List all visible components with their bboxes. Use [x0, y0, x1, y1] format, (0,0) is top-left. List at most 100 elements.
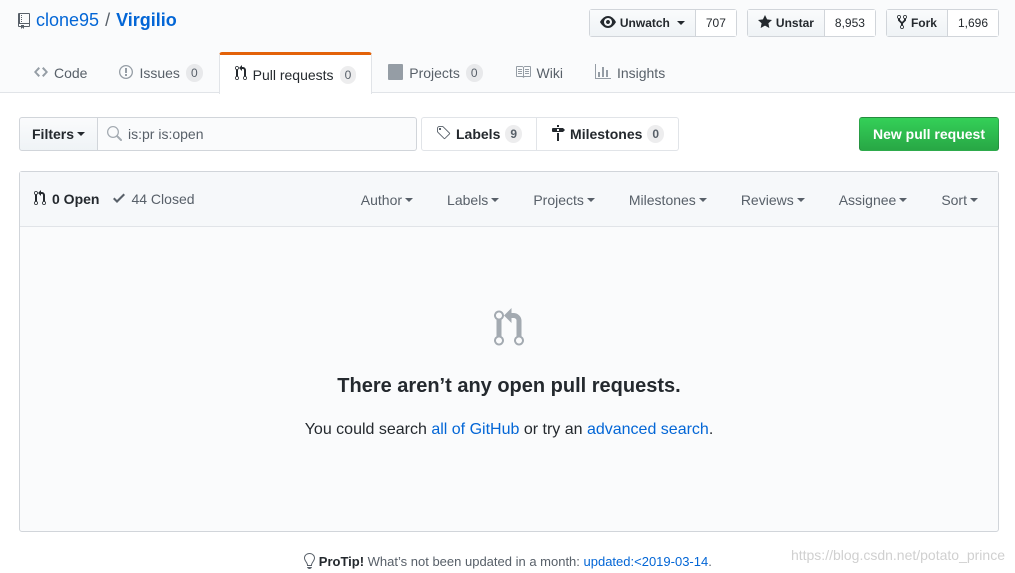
labels-button[interactable]: Labels 9: [421, 117, 538, 151]
projects-counter: 0: [465, 64, 483, 82]
repo-actions: Unwatch 707 Unstar 8,953 Fork 1,696: [588, 9, 999, 37]
repo-title: clone95 / Virgilio: [18, 10, 177, 31]
watchers-count[interactable]: 707: [695, 10, 736, 36]
tab-pull-requests[interactable]: Pull requests 0: [218, 52, 373, 94]
pull-requests-counter: 0: [339, 65, 357, 84]
author-filter-label: Author: [360, 191, 403, 208]
reviews-filter[interactable]: Reviews: [741, 192, 805, 208]
protip-text: What’s not been updated in a month:: [364, 554, 584, 569]
sort-filter[interactable]: Sort: [941, 192, 978, 208]
chevron-down-icon: [796, 197, 805, 202]
open-filter[interactable]: 0 Open: [34, 189, 100, 209]
labels-filter[interactable]: Labels: [447, 191, 500, 208]
assignee-filter-label: Assignee: [838, 191, 897, 208]
advanced-search-link[interactable]: advanced search: [587, 421, 709, 438]
author-filter[interactable]: Author: [360, 191, 414, 208]
empty-state-suffix: .: [708, 421, 714, 438]
state-filters: 0 Open 44 Closed: [34, 189, 195, 209]
new-pull-request-button[interactable]: New pull request: [858, 117, 999, 151]
tab-code-label: Code: [54, 65, 88, 81]
unstar-label: Unstar: [775, 16, 814, 30]
code-icon: [34, 64, 48, 83]
tab-issues[interactable]: Issues 0: [103, 52, 218, 93]
repo-owner-link[interactable]: clone95: [36, 10, 99, 31]
chevron-down-icon: [77, 132, 86, 136]
protip-label: ProTip!: [318, 554, 365, 569]
labels-filter-label: Labels: [447, 191, 489, 208]
filters-group: Filters: [19, 117, 418, 151]
pull-request-list: 0 Open 44 Closed Author Labels Projects …: [19, 171, 999, 532]
filters-button[interactable]: Filters: [19, 117, 99, 151]
assignee-filter[interactable]: Assignee: [839, 192, 908, 208]
milestones-counter: 0: [647, 125, 665, 143]
graph-icon: [594, 63, 611, 83]
repo-name-link[interactable]: Virgilio: [116, 10, 177, 31]
fork-label: Fork: [910, 16, 937, 30]
repo-icon: [18, 13, 30, 29]
closed-filter-label: 44 Closed: [131, 191, 195, 207]
projects-filter[interactable]: Projects: [533, 192, 595, 208]
repo-nav: Code Issues 0 Pull requests 0 Projects 0…: [18, 52, 681, 94]
chevron-down-icon: [899, 197, 908, 202]
protip-link[interactable]: updated:<2019-03-14: [584, 554, 709, 569]
all-of-github-link[interactable]: all of GitHub: [431, 421, 519, 438]
repo-header: clone95 / Virgilio Unwatch 707 Unstar 8,…: [0, 0, 1015, 94]
milestones-label: Milestones: [570, 126, 643, 142]
labels-counter: 9: [505, 125, 523, 143]
fork-button[interactable]: Fork: [886, 10, 948, 36]
star-icon: [757, 14, 772, 33]
fork-group: Fork 1,696: [885, 9, 999, 37]
tab-code[interactable]: Code: [18, 52, 103, 93]
star-group: Unstar 8,953: [746, 9, 876, 37]
filters-label: Filters: [32, 126, 75, 142]
chevron-down-icon: [405, 197, 414, 202]
fork-icon: [896, 14, 907, 33]
subnav: Filters Labels 9 Milestones 0 New pull r…: [19, 117, 999, 151]
tag-icon: [436, 125, 451, 144]
milestones-button[interactable]: Milestones 0: [537, 117, 680, 151]
git-pull-request-icon: [34, 189, 46, 209]
empty-state: There aren’t any open pull requests. You…: [20, 228, 998, 531]
open-filter-label: 0 Open: [52, 191, 100, 207]
tab-insights[interactable]: Insights: [579, 52, 681, 93]
stargazers-count[interactable]: 8,953: [824, 10, 875, 36]
empty-state-prefix: You could search: [304, 421, 432, 438]
check-icon: [113, 190, 126, 209]
tab-wiki-label: Wiki: [536, 65, 563, 81]
list-header: 0 Open 44 Closed Author Labels Projects …: [20, 172, 998, 227]
unstar-button[interactable]: Unstar: [747, 10, 825, 36]
unwatch-button[interactable]: Unwatch: [589, 10, 696, 36]
milestone-icon: [551, 124, 566, 144]
protip-suffix: .: [708, 554, 712, 569]
tab-projects[interactable]: Projects 0: [372, 52, 498, 93]
issue-icon: [119, 64, 134, 83]
tab-wiki[interactable]: Wiki: [499, 52, 579, 93]
closed-filter[interactable]: 44 Closed: [113, 190, 195, 209]
chevron-down-icon: [586, 197, 595, 202]
chevron-down-icon: [491, 197, 500, 202]
issues-counter: 0: [185, 64, 203, 82]
empty-state-title: There aren’t any open pull requests.: [337, 375, 681, 397]
tab-projects-label: Projects: [409, 65, 460, 81]
watch-group: Unwatch 707: [588, 9, 737, 37]
git-pull-request-icon: [234, 65, 247, 84]
git-pull-request-icon: [492, 308, 526, 351]
search-box: [98, 117, 418, 151]
unwatch-label: Unwatch: [619, 16, 670, 30]
labels-milestones-group: Labels 9 Milestones 0: [421, 117, 680, 151]
chevron-down-icon: [698, 197, 707, 202]
search-input[interactable]: [128, 118, 417, 150]
labels-label: Labels: [456, 126, 501, 142]
sort-filter-label: Sort: [941, 191, 967, 208]
watermark: https://blog.csdn.net/potato_prince: [790, 547, 1005, 563]
repo-separator: /: [105, 10, 111, 30]
milestones-filter[interactable]: Milestones: [629, 192, 707, 208]
tab-issues-label: Issues: [139, 65, 180, 81]
forks-count[interactable]: 1,696: [947, 10, 998, 36]
book-icon: [515, 64, 531, 83]
projects-filter-label: Projects: [533, 191, 584, 208]
chevron-down-icon: [676, 21, 685, 25]
tab-pull-requests-label: Pull requests: [252, 66, 334, 83]
chevron-down-icon: [970, 197, 978, 202]
eye-icon: [599, 14, 616, 33]
